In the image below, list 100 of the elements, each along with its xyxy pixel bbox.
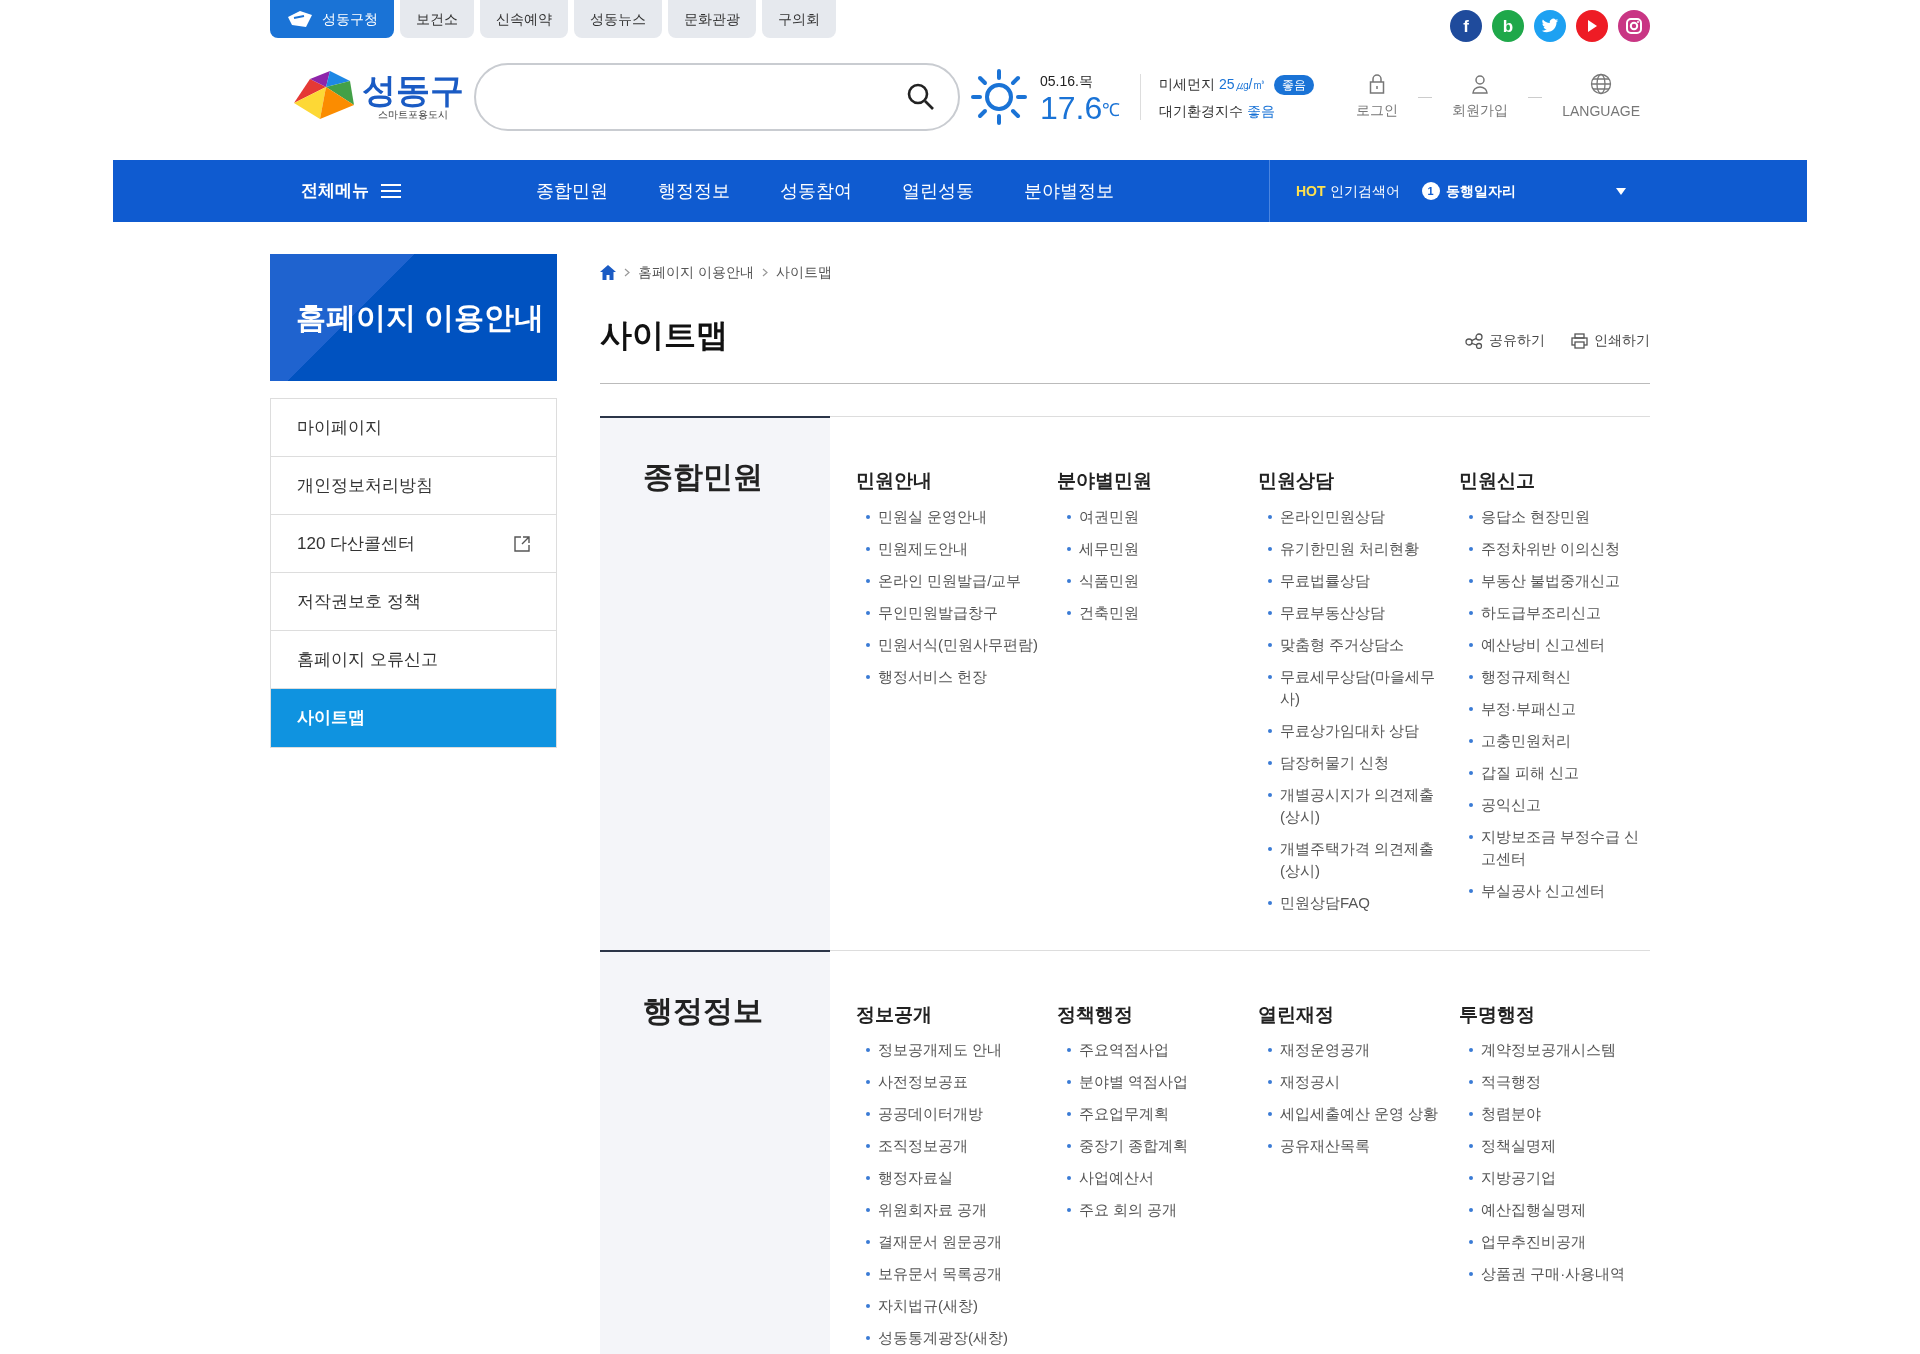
sitemap-link[interactable]: 개별공시지가 의견제출(상시) <box>1280 783 1441 828</box>
sitemap-link[interactable]: 조직정보공개 <box>878 1135 968 1157</box>
sitemap-link[interactable]: 고충민원처리 <box>1481 729 1571 752</box>
sitemap-link[interactable]: 상품권 구매·사용내역 <box>1481 1263 1626 1285</box>
search-field[interactable] <box>474 63 960 131</box>
sitemap-link[interactable]: 위원회자료 공개 <box>878 1199 988 1221</box>
building-icon <box>286 9 314 29</box>
sitemap-link[interactable]: 무료세무상담(마을세무사) <box>1280 665 1441 710</box>
sitemap-link[interactable]: 건축민원 <box>1079 601 1139 624</box>
site-tab[interactable]: 구의회 <box>762 0 836 38</box>
nav-link[interactable]: 열린성동 <box>902 177 974 205</box>
sitemap-link[interactable]: 행정규제혁신 <box>1481 665 1571 688</box>
sitemap-link[interactable]: 지방공기업 <box>1481 1167 1556 1189</box>
nav-link[interactable]: 성동참여 <box>780 177 852 205</box>
sitemap-link[interactable]: 개별주택가격 의견제출(상시) <box>1280 837 1441 882</box>
sitemap-link[interactable]: 청렴분야 <box>1481 1103 1541 1125</box>
sitemap-link[interactable]: 주정차위반 이의신청 <box>1481 537 1621 560</box>
sitemap-link[interactable]: 맞춤형 주거상담소 <box>1280 633 1405 656</box>
sitemap-link[interactable]: 공공데이터개방 <box>878 1103 983 1125</box>
sitemap-link[interactable]: 민원제도안내 <box>878 537 968 560</box>
sitemap-link[interactable]: 담장허물기 신청 <box>1280 751 1390 774</box>
sitemap-link[interactable]: 계약정보공개시스템 <box>1481 1039 1616 1061</box>
nav-link[interactable]: 분야별정보 <box>1024 177 1114 205</box>
sitemap-link[interactable]: 민원서식(민원사무편람) <box>878 633 1038 656</box>
sitemap-link[interactable]: 온라인민원상담 <box>1280 505 1385 528</box>
facebook-link[interactable]: f <box>1450 10 1482 42</box>
site-tab[interactable]: 보건소 <box>400 0 474 38</box>
sitemap-link[interactable]: 주요 회의 공개 <box>1079 1199 1178 1221</box>
site-tab[interactable]: 성동구청 <box>270 0 394 38</box>
site-tab[interactable]: 성동뉴스 <box>574 0 662 38</box>
sitemap-link[interactable]: 중장기 종합계획 <box>1079 1135 1189 1157</box>
sitemap-link[interactable]: 무료법률상담 <box>1280 569 1370 592</box>
bullet-icon <box>1067 1112 1071 1116</box>
sitemap-link[interactable]: 부실공사 신고센터 <box>1481 879 1606 902</box>
youtube-link[interactable] <box>1576 10 1608 42</box>
sitemap-link[interactable]: 재정운영공개 <box>1280 1039 1370 1061</box>
sitemap-link[interactable]: 세입세출예산 운영 상황 <box>1280 1103 1439 1125</box>
sitemap-link[interactable]: 업무추진비공개 <box>1481 1231 1586 1253</box>
breadcrumb-link[interactable]: 사이트맵 <box>775 262 832 283</box>
bullet-icon <box>866 1112 870 1116</box>
sitemap-link[interactable]: 세무민원 <box>1079 537 1139 560</box>
sitemap-link[interactable]: 무인민원발급창구 <box>878 601 998 624</box>
sitemap-link[interactable]: 보유문서 목록공개 <box>878 1263 1003 1285</box>
sitemap-link[interactable]: 공유재산목록 <box>1280 1135 1370 1157</box>
sitemap-link[interactable]: 식품민원 <box>1079 569 1139 592</box>
instagram-link[interactable] <box>1618 10 1650 42</box>
sitemap-link[interactable]: 재정공시 <box>1280 1071 1340 1093</box>
print-button[interactable]: 인쇄하기 <box>1571 330 1650 351</box>
sitemap-link[interactable]: 무료부동산상담 <box>1280 601 1385 624</box>
site-tab[interactable]: 신속예약 <box>480 0 568 38</box>
home-icon[interactable] <box>600 265 616 280</box>
sitemap-link[interactable]: 정책실명제 <box>1481 1135 1556 1157</box>
sitemap-link[interactable]: 부동산 불법중개신고 <box>1481 569 1621 592</box>
sitemap-link[interactable]: 주요역점사업 <box>1079 1039 1169 1061</box>
nav-link[interactable]: 행정정보 <box>658 177 730 205</box>
sitemap-link[interactable]: 행정서비스 헌장 <box>878 665 988 688</box>
dust-label: 미세먼지 <box>1159 75 1215 94</box>
sitemap-link[interactable]: 예산낭비 신고센터 <box>1481 633 1606 656</box>
sitemap-link[interactable]: 무료상가임대차 상담 <box>1280 719 1420 742</box>
all-menu-button[interactable]: 전체메뉴 <box>301 178 536 204</box>
sitemap-link[interactable]: 예산집행실명제 <box>1481 1199 1586 1221</box>
site-tab[interactable]: 문화관광 <box>668 0 756 38</box>
dropdown-caret-icon[interactable] <box>1616 187 1626 195</box>
sitemap-link[interactable]: 하도급부조리신고 <box>1481 601 1601 624</box>
sitemap-link[interactable]: 온라인 민원발급/교부 <box>878 569 1022 592</box>
bullet-icon <box>1268 792 1272 797</box>
sitemap-link[interactable]: 정보공개제도 안내 <box>878 1039 1003 1061</box>
sitemap-link[interactable]: 사전정보공표 <box>878 1071 968 1093</box>
sitemap-link[interactable]: 공익신고 <box>1481 793 1541 816</box>
search-icon[interactable] <box>906 82 936 112</box>
popular-search-term[interactable]: 동행일자리 <box>1445 180 1516 202</box>
bullet-icon <box>866 514 870 519</box>
twitter-link[interactable] <box>1534 10 1566 42</box>
sitemap-link[interactable]: 유기한민원 처리현황 <box>1280 537 1420 560</box>
sitemap-link[interactable]: 여권민원 <box>1079 505 1139 528</box>
sitemap-link[interactable]: 주요업무계획 <box>1079 1103 1169 1125</box>
sitemap-link[interactable]: 사업예산서 <box>1079 1167 1154 1189</box>
sun-icon <box>970 68 1028 126</box>
group-title: 투명행정 <box>1459 1002 1536 1027</box>
sitemap-link[interactable]: 행정자료실 <box>878 1167 953 1189</box>
sitemap-link[interactable]: 응답소 현장민원 <box>1481 505 1591 528</box>
sitemap-link[interactable]: 성동통계광장(새창) <box>878 1327 1008 1349</box>
sitemap-link[interactable]: 민원실 운영안내 <box>878 505 988 528</box>
sitemap-link[interactable]: 지방보조금 부정수급 신고센터 <box>1481 825 1642 870</box>
breadcrumb-link[interactable]: 홈페이지 이용안내 <box>638 262 754 283</box>
bullet-icon <box>1469 1272 1473 1276</box>
sitemap-link[interactable]: 자치법규(새창) <box>878 1295 978 1317</box>
sitemap-link[interactable]: 갑질 피해 신고 <box>1481 761 1580 784</box>
sitemap-link[interactable]: 분야별 역점사업 <box>1079 1071 1189 1093</box>
login-link[interactable]: 로그인 <box>1346 73 1409 121</box>
bullet-icon <box>1268 578 1272 583</box>
sitemap-link[interactable]: 적극행정 <box>1481 1071 1541 1093</box>
join-link[interactable]: 회원가입 <box>1442 73 1519 121</box>
sitemap-link[interactable]: 민원상담FAQ <box>1280 891 1370 914</box>
language-link[interactable]: LANGUAGE <box>1552 72 1650 122</box>
bullet-icon <box>866 1144 870 1148</box>
nav-link[interactable]: 종합민원 <box>536 177 608 205</box>
sitemap-link[interactable]: 결재문서 원문공개 <box>878 1231 1003 1253</box>
share-button[interactable]: 공유하기 <box>1465 330 1545 351</box>
sitemap-link[interactable]: 부정·부패신고 <box>1481 697 1576 720</box>
